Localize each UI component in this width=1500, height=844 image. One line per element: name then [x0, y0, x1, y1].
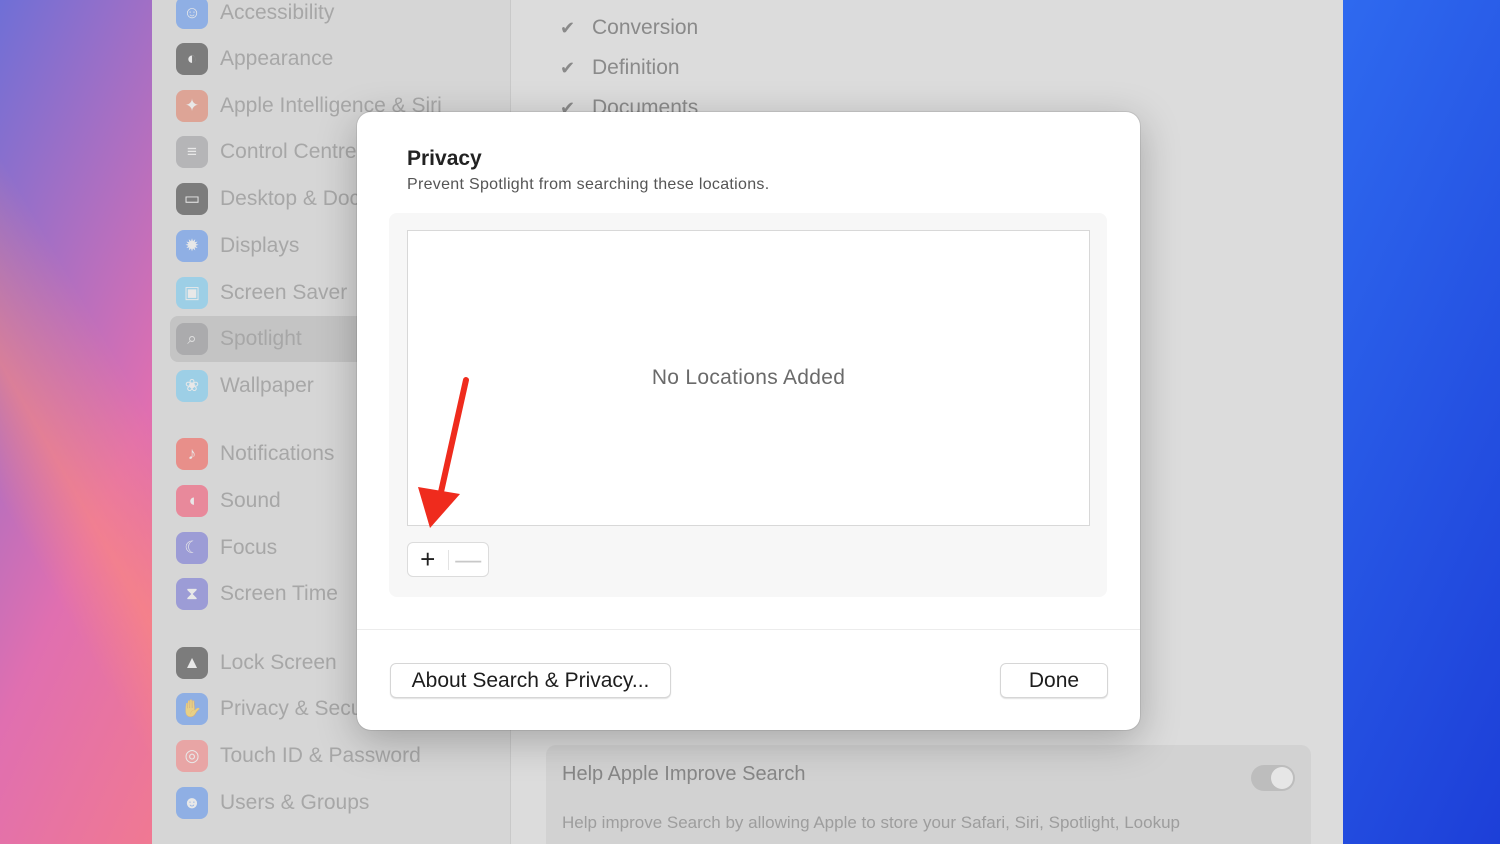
- arrow-shaft: [438, 377, 469, 495]
- annotation-arrow: [418, 377, 469, 528]
- arrow-head: [418, 487, 460, 528]
